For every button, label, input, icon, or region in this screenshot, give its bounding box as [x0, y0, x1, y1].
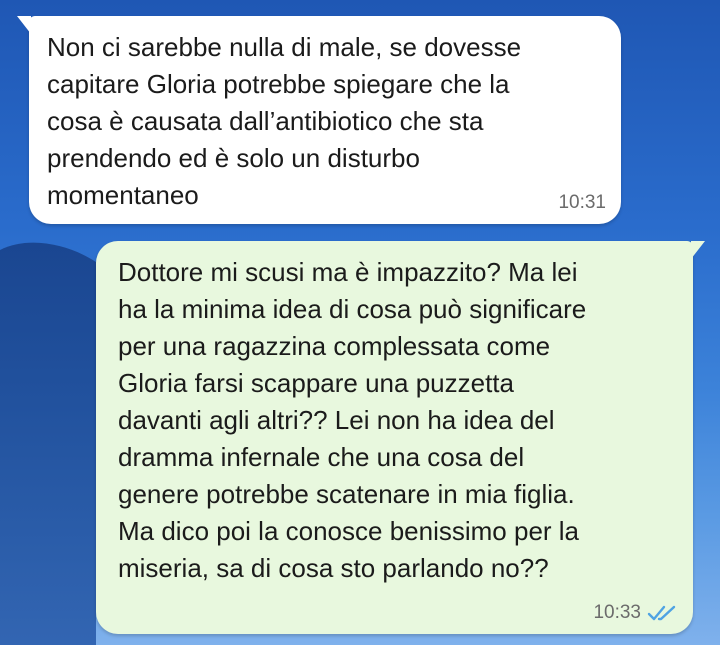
message-text: Non ci sarebbe nulla di male, se dovesse… [47, 32, 522, 210]
message-bubble-incoming[interactable]: Non ci sarebbe nulla di male, se dovesse… [17, 16, 621, 224]
message-bubble-outgoing[interactable]: Dottore mi scusi ma è impazzito? Ma lei … [96, 241, 705, 634]
bubble-tail-incoming [17, 16, 31, 34]
message-timestamp: 10:33 [593, 602, 641, 623]
message-text: Dottore mi scusi ma è impazzito? Ma lei … [118, 257, 587, 583]
message-meta: 10:33 [593, 602, 677, 624]
double-check-read-icon [647, 605, 676, 621]
bubble-tail-outgoing [691, 241, 705, 259]
message-meta: 10:31 [558, 192, 606, 214]
message-timestamp: 10:31 [558, 192, 606, 213]
